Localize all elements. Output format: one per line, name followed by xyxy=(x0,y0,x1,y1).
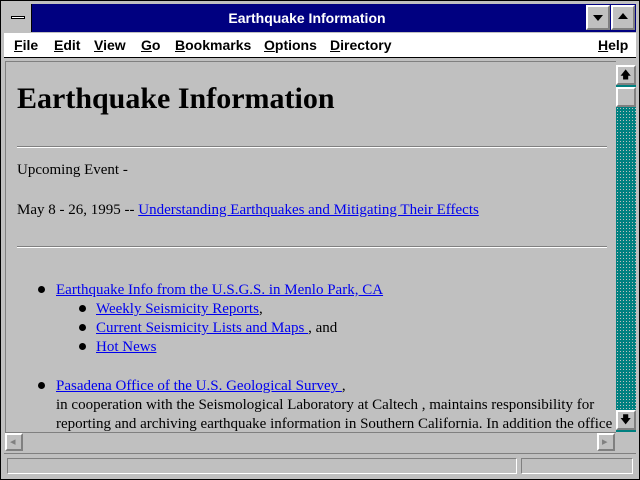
maximize-icon xyxy=(618,13,628,19)
scroll-down-button[interactable]: 🡇 xyxy=(616,410,636,430)
menu-go[interactable]: Go xyxy=(141,37,160,53)
system-menu-icon xyxy=(11,16,25,19)
arrow-down-icon: 🡇 xyxy=(620,413,632,426)
list-item-suffix: , xyxy=(341,378,346,394)
list-item: Hot News xyxy=(96,339,156,356)
event-link[interactable]: Understanding Earthquakes and Mitigating… xyxy=(138,202,479,218)
pasadena-description-line: in cooperation with the Seismological La… xyxy=(56,397,595,413)
usgs-link[interactable]: Earthquake Info from the U.S.G.S. in Men… xyxy=(56,282,383,298)
scroll-left-button[interactable]: ◂ xyxy=(5,433,23,451)
status-bar xyxy=(4,453,636,477)
page-content: Earthquake Information Upcoming Event - … xyxy=(5,61,616,432)
menu-file[interactable]: File xyxy=(14,37,38,53)
arrow-right-icon: ▸ xyxy=(602,435,608,448)
vertical-scrollbar[interactable]: 🡅 🡇 xyxy=(616,65,636,432)
bullet-icon xyxy=(79,324,86,331)
menu-help[interactable]: Help xyxy=(598,37,628,53)
event-line: May 8 - 26, 1995 -- Understanding Earthq… xyxy=(17,202,479,219)
event-date: May 8 - 26, 1995 -- xyxy=(17,202,135,218)
menu-view[interactable]: View xyxy=(94,37,126,53)
divider xyxy=(17,246,607,248)
current-seismicity-link[interactable]: Current Seismicity Lists and Maps xyxy=(96,320,308,336)
list-item: Pasadena Office of the U.S. Geological S… xyxy=(56,378,346,395)
arrow-left-icon: ◂ xyxy=(10,435,16,448)
weekly-seismicity-link[interactable]: Weekly Seismicity Reports xyxy=(96,301,259,317)
page-heading: Earthquake Information xyxy=(17,82,335,115)
menu-edit[interactable]: Edit xyxy=(54,37,80,53)
menu-bar: File Edit View Go Bookmarks Options Dire… xyxy=(4,33,636,58)
maximize-button[interactable] xyxy=(611,5,635,30)
divider xyxy=(17,146,607,148)
pasadena-link[interactable]: Pasadena Office of the U.S. Geological S… xyxy=(56,378,342,394)
status-progress-field xyxy=(521,458,633,474)
list-item: Current Seismicity Lists and Maps , and xyxy=(96,320,337,337)
menu-directory[interactable]: Directory xyxy=(330,37,391,53)
menu-options[interactable]: Options xyxy=(264,37,317,53)
scroll-thumb[interactable] xyxy=(616,87,636,107)
system-menu-button[interactable] xyxy=(4,4,32,32)
bullet-icon xyxy=(38,382,45,389)
list-item-suffix: , xyxy=(258,301,263,317)
window-title: Earthquake Information xyxy=(228,10,386,26)
menu-bookmarks[interactable]: Bookmarks xyxy=(175,37,251,53)
scroll-up-button[interactable]: 🡅 xyxy=(616,65,636,85)
browser-window: Earthquake Information File Edit View Go… xyxy=(0,0,640,480)
pasadena-description-line: reporting and archiving earthquake infor… xyxy=(56,416,613,432)
minimize-icon xyxy=(593,15,603,21)
bullet-icon xyxy=(38,286,45,293)
bullet-icon xyxy=(79,343,86,350)
status-text-field xyxy=(7,458,517,474)
scrollbar-corner xyxy=(616,432,636,451)
scroll-right-button[interactable]: ▸ xyxy=(597,433,615,451)
horizontal-scrollbar[interactable]: ◂ ▸ xyxy=(5,432,616,451)
list-item-suffix: , and xyxy=(308,320,338,336)
list-item: Weekly Seismicity Reports, xyxy=(96,301,263,318)
arrow-up-icon: 🡅 xyxy=(620,68,632,81)
minimize-button[interactable] xyxy=(586,5,610,30)
hot-news-link[interactable]: Hot News xyxy=(96,339,156,355)
upcoming-label: Upcoming Event - xyxy=(17,162,128,178)
bullet-icon xyxy=(79,305,86,312)
